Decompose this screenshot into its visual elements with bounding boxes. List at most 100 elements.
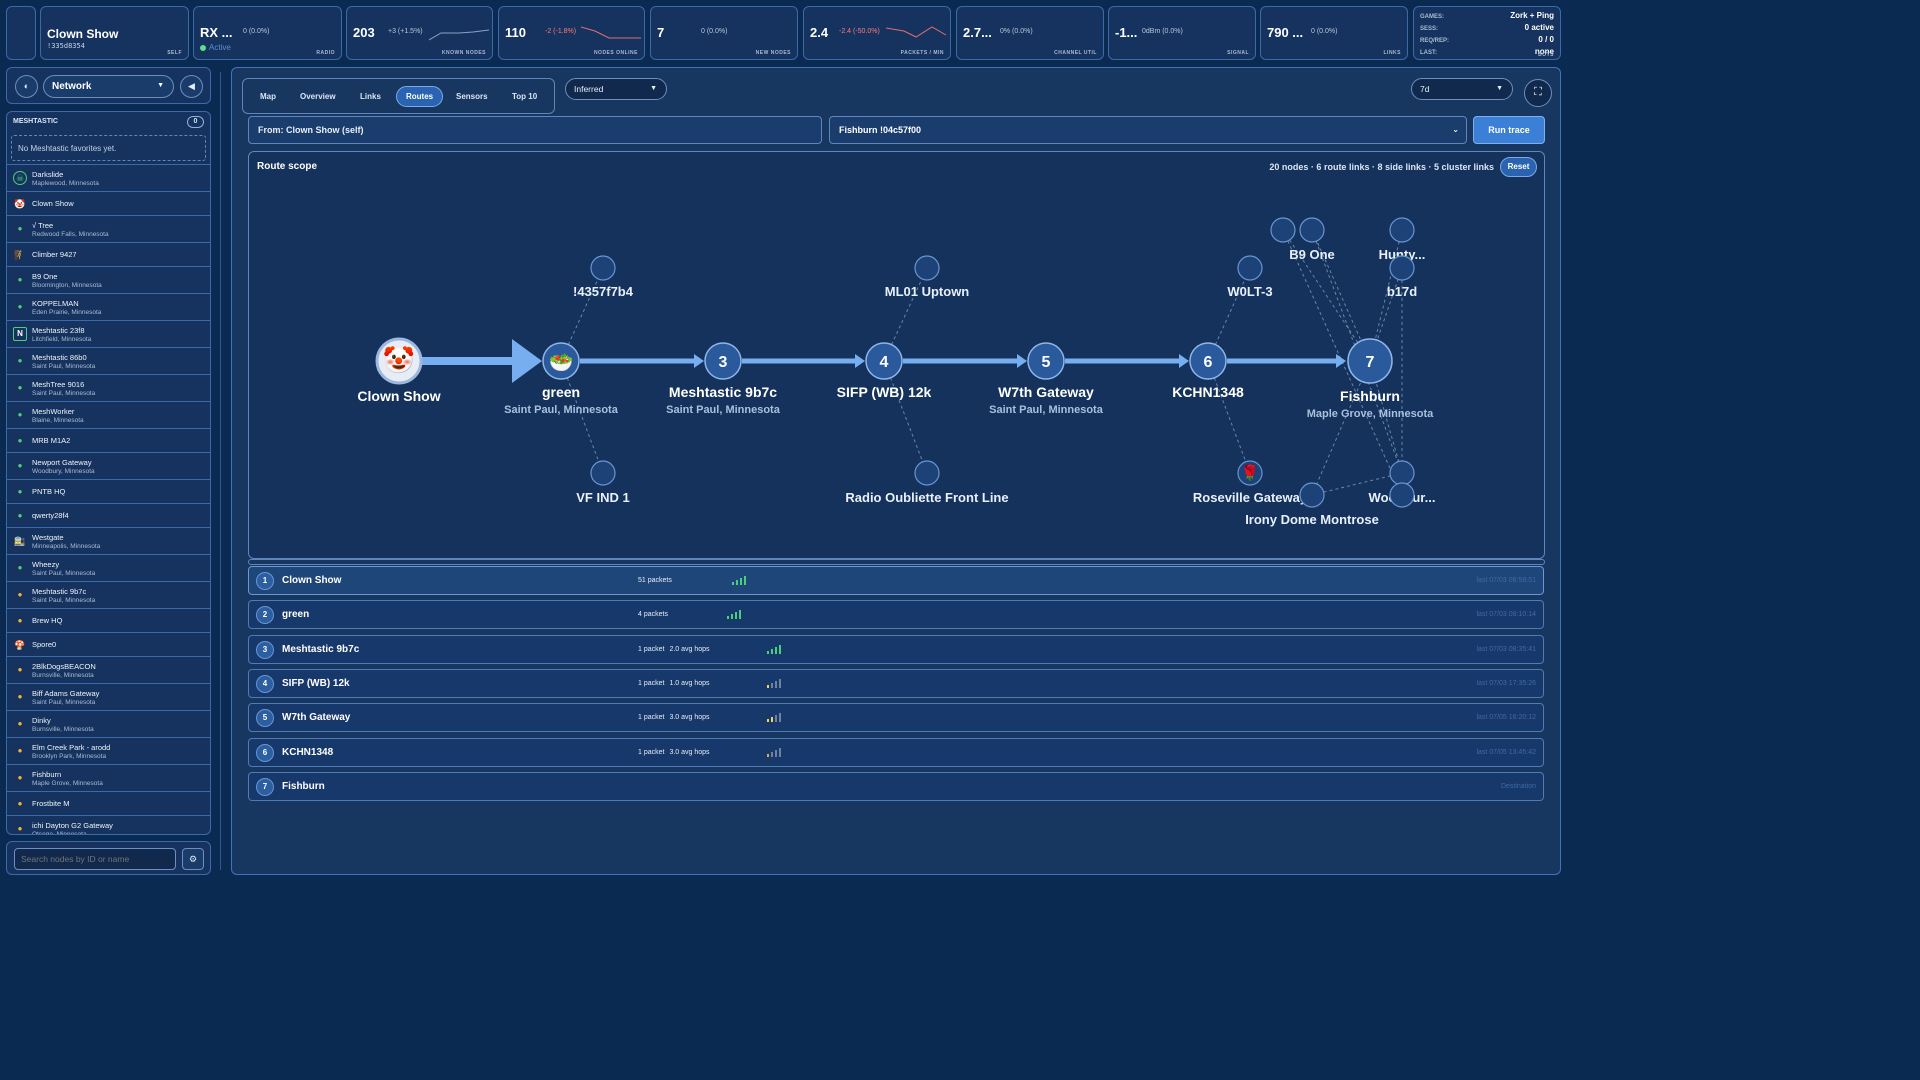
tab-overview[interactable]: Overview — [291, 86, 345, 107]
hop-row[interactable]: 7 Fishburn Destination — [248, 771, 1544, 801]
signal-value: -1... — [1115, 25, 1138, 40]
caret-down-icon: ▼ — [1496, 85, 1503, 92]
nodes-online-card[interactable]: 110 -2 (-1.8%) NODES ONLINE — [498, 6, 645, 60]
route-mode-select[interactable]: Inferred ▼ — [565, 78, 667, 100]
route-graph[interactable]: !4357f7b4 VF IND 1 ML01 Uptown Radio Oublie… — [249, 152, 1545, 559]
route-destination-select[interactable]: Fishburn !04c57f00 ⌄ — [829, 116, 1467, 144]
node-list-item[interactable]: 🚉 Westgate Minneapolis, Minnesota — [7, 527, 210, 554]
hop-row[interactable]: 3 Meshtastic 9b7c 1 packet 2.0 avg hops last… — [248, 634, 1544, 664]
channel-util-card[interactable]: 2.7... 0% (0.0%) CHANNEL UTIL — [956, 6, 1104, 60]
side-node — [590, 255, 616, 281]
expand-icon: ⛶ — [1534, 86, 1542, 98]
run-trace-button[interactable]: Run trace — [1473, 116, 1545, 144]
side-node — [1299, 217, 1325, 243]
node-list-item[interactable]: 🍄 Spore0 — [7, 632, 210, 656]
side-node — [914, 460, 940, 486]
new-nodes-card[interactable]: 7 0 (0.0%) NEW NODES — [650, 6, 798, 60]
node-location: Burnsville, Minnesota — [32, 671, 94, 679]
signal-bar — [740, 578, 742, 585]
tab-map[interactable]: Map — [251, 86, 285, 107]
node-name: Elm Creek Park - arodd — [32, 742, 111, 752]
node-list-item[interactable]: ● Biff Adams Gateway Saint Paul, Minnesota — [7, 683, 210, 710]
node-list-item[interactable]: ● 2BlkDogsBEACON Burnsville, Minnesota — [7, 656, 210, 683]
node-list-item[interactable]: ● Frostbite M — [7, 791, 210, 815]
node-list-item[interactable]: 🤡 Clown Show — [7, 191, 210, 215]
hop-row[interactable]: 2 green 4 packets last 07/03 08:10:14 — [248, 600, 1544, 630]
hop-row[interactable]: 1 Clown Show 51 packets last 07/03 08:58:51 — [248, 566, 1544, 595]
tab-links[interactable]: Links — [351, 86, 390, 107]
tab-top-10[interactable]: Top 10 — [503, 86, 546, 107]
node-list-item[interactable]: ● MRB M1A2 — [7, 428, 210, 452]
node-list-item[interactable]: ● PNTB HQ — [7, 479, 210, 503]
collapse-sidebar-button[interactable]: ◀ — [180, 75, 203, 98]
node-name: Biff Adams Gateway — [32, 688, 100, 698]
menu-tile[interactable] — [6, 6, 36, 60]
packet-count: 1 packet — [638, 748, 665, 756]
theme-toggle-button[interactable]: ◐ — [15, 75, 38, 98]
node-location: Saint Paul, Minnesota — [32, 596, 96, 604]
tab-routes[interactable]: Routes — [396, 86, 444, 107]
hop-row[interactable]: 6 KCHN1348 1 packet 3.0 avg hops last 07/05 … — [248, 737, 1544, 767]
tab-sensors[interactable]: Sensors — [447, 86, 497, 107]
node-list-item[interactable]: N Meshtastic 23f8 Litchfield, Minnesota — [7, 320, 210, 347]
fullscreen-button[interactable]: ⛶ — [1524, 79, 1552, 107]
search-options-button[interactable]: ⚙ — [182, 848, 204, 870]
route-node-label: Meshtastic 9b7c — [669, 384, 777, 400]
time-range-select[interactable]: 7d ▼ — [1411, 78, 1513, 100]
graph-resize-handle[interactable] — [248, 559, 1545, 565]
signal-bar — [779, 678, 781, 688]
side-node-label: B9 One — [1289, 247, 1335, 262]
node-list-item[interactable]: ● √ Tree Redwood Falls, Minnesota — [7, 215, 210, 242]
known-nodes-label: KNOWN NODES — [441, 50, 486, 56]
node-list-item[interactable]: ● Meshtastic 9b7c Saint Paul, Minnesota — [7, 581, 210, 608]
status-dot-icon: ● — [17, 773, 23, 782]
node-list-item[interactable]: ● qwerty28f4 — [7, 503, 210, 527]
signal-card[interactable]: -1... 0dBm (0.0%) SIGNAL — [1108, 6, 1256, 60]
signal-delta: 0dBm (0.0%) — [1142, 28, 1183, 35]
reqrep-label: REQ/REP: — [1420, 38, 1450, 44]
links-card[interactable]: 790 ... 0 (0.0%) LINKS — [1260, 6, 1408, 60]
node-list-item[interactable]: ● B9 One Bloomington, Minnesota — [7, 266, 210, 293]
hop-packets: 4 packets — [638, 611, 668, 618]
node-list-item[interactable]: ● MeshTree 9016 Saint Paul, Minnesota — [7, 374, 210, 401]
signal-bar — [771, 682, 773, 688]
self-card[interactable]: Clown Show !335d8354 SELF — [40, 6, 189, 60]
packets-min-card[interactable]: 2.4 -2.4 (-50.0%) PACKETS / MIN — [803, 6, 951, 60]
node-list-item[interactable]: 🧗 Climber 9427 — [7, 242, 210, 266]
route-from-field[interactable]: From: Clown Show (self) — [248, 116, 822, 144]
route-node-label: W7th Gateway — [998, 384, 1094, 400]
node-list-item[interactable]: ● KOPPELMAN Eden Prairie, Minnesota — [7, 293, 210, 320]
side-node-label: ML01 Uptown — [885, 284, 970, 299]
search-input[interactable] — [14, 848, 176, 870]
node-location: Woodbury, Minnesota — [32, 467, 95, 475]
route-arrow-icon — [1179, 354, 1189, 368]
nodes-online-label: NODES ONLINE — [593, 50, 638, 56]
node-list-item[interactable]: ☠ Darkslide Maplewood, Minnesota — [7, 164, 210, 191]
skull-icon: ☠ — [13, 171, 27, 185]
hop-number: 5 — [256, 709, 274, 728]
signal-bar — [775, 715, 777, 723]
node-list-item[interactable]: ● Brew HQ — [7, 608, 210, 632]
node-list-item[interactable]: ● ichi Dayton G2 Gateway Otsego, Minnesota — [7, 815, 210, 834]
node-list-item[interactable]: ● Fishburn Maple Grove, Minnesota — [7, 764, 210, 791]
hop-row[interactable]: 5 W7th Gateway 1 packet 3.0 avg hops last 07… — [248, 703, 1544, 733]
hop-last-seen: last 07/03 08:58:51 — [1476, 577, 1536, 584]
node-list-item[interactable]: ● Dinky Burnsville, Minnesota — [7, 710, 210, 737]
hop-row[interactable]: 4 SIFP (WB) 12k 1 packet 1.0 avg hops last 0… — [248, 668, 1544, 698]
node-name: Meshtastic 9b7c — [32, 586, 87, 596]
node-list-item[interactable]: ● MeshWorker Blaine, Minnesota — [7, 401, 210, 428]
route-node-number: 7 — [1366, 354, 1375, 371]
node-list-item[interactable]: ● Elm Creek Park - arodd Brooklyn Park, Mi… — [7, 737, 210, 764]
node-list-item[interactable]: ● Newport Gateway Woodbury, Minnesota — [7, 452, 210, 479]
radio-card[interactable]: RX ... 0 (0.0%) Active RADIO — [193, 6, 342, 60]
network-select[interactable]: Network ▼ — [43, 75, 174, 98]
node-location: Blaine, Minnesota — [32, 416, 84, 424]
channel-util-label: CHANNEL UTIL — [1054, 50, 1097, 56]
known-nodes-card[interactable]: 203 +3 (+1.5%) KNOWN NODES — [346, 6, 493, 60]
route-node-location: Saint Paul, Minnesota — [504, 404, 619, 416]
node-list-item[interactable]: ● Meshtastic 86b0 Saint Paul, Minnesota — [7, 347, 210, 374]
links-label: LINKS — [1383, 50, 1401, 56]
bots-card[interactable]: GAMES: Zork + Ping SESS: 0 active REQ/REP:… — [1413, 6, 1561, 60]
node-list-item[interactable]: ● Wheezy Saint Paul, Minnesota — [7, 554, 210, 581]
route-arrow-icon — [512, 339, 542, 383]
